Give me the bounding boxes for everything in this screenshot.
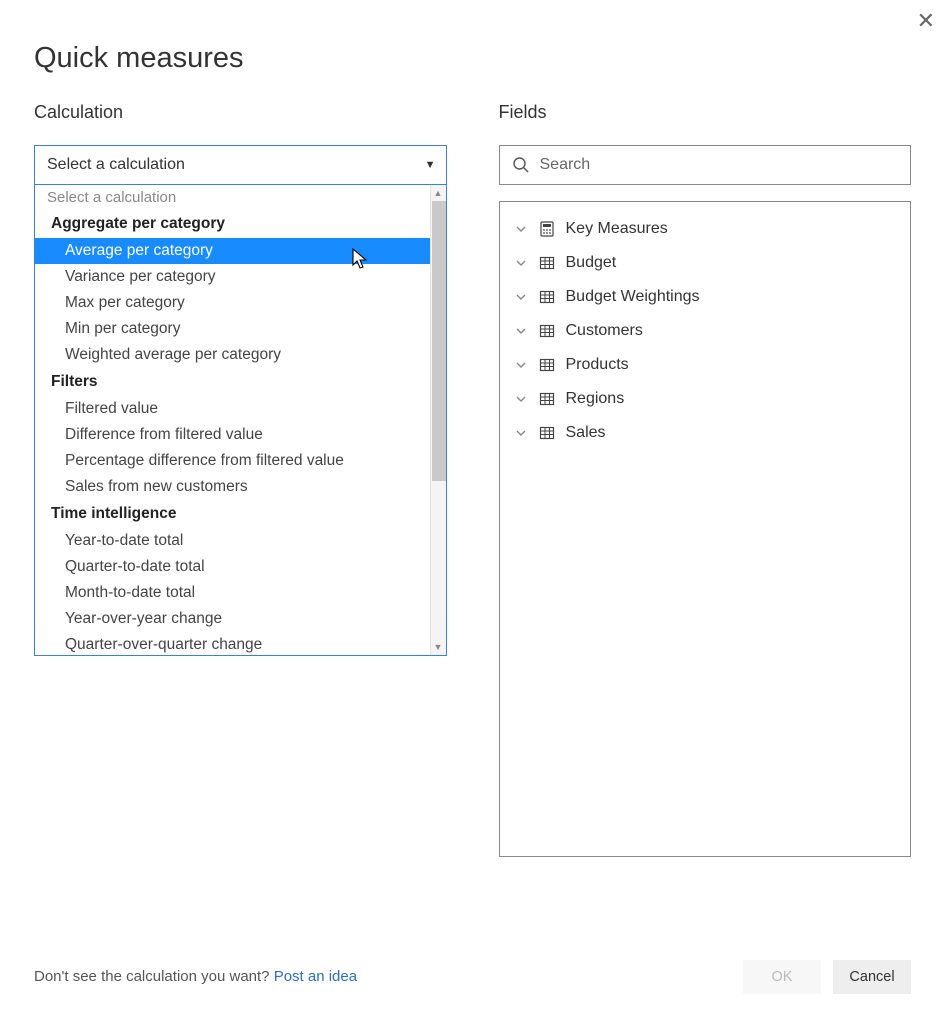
chevron-down-icon[interactable] xyxy=(514,257,528,269)
dropdown-placeholder-option[interactable]: Select a calculation xyxy=(35,185,430,210)
chevron-down-icon[interactable] xyxy=(514,393,528,405)
field-label: Products xyxy=(566,356,629,374)
field-tree-item[interactable]: Customers xyxy=(508,314,903,348)
dropdown-option[interactable]: Filtered value xyxy=(35,396,430,422)
chevron-down-icon[interactable] xyxy=(514,427,528,439)
dropdown-option[interactable]: Year-to-date total xyxy=(35,528,430,554)
calculator-icon xyxy=(538,220,556,238)
help-text: Don't see the calculation you want? xyxy=(34,968,274,985)
search-input[interactable] xyxy=(540,156,899,174)
dropdown-option[interactable]: Sales from new customers xyxy=(35,474,430,500)
dropdown-option[interactable]: Max per category xyxy=(35,290,430,316)
table-icon xyxy=(538,254,556,272)
table-icon xyxy=(538,288,556,306)
field-label: Customers xyxy=(566,322,643,340)
chevron-down-icon[interactable] xyxy=(514,291,528,303)
field-tree-item[interactable]: Key Measures xyxy=(508,212,903,246)
dropdown-option[interactable]: Difference from filtered value xyxy=(35,422,430,448)
table-icon xyxy=(538,390,556,408)
dropdown-option[interactable]: Quarter-to-date total xyxy=(35,554,430,580)
field-label: Key Measures xyxy=(566,220,668,238)
chevron-down-icon[interactable] xyxy=(514,359,528,371)
field-tree-item[interactable]: Budget Weightings xyxy=(508,280,903,314)
dialog-footer: Don't see the calculation you want? Post… xyxy=(34,960,911,994)
dropdown-option[interactable]: Min per category xyxy=(35,316,430,342)
fields-panel: Key Measures Budget Budget Weightings Custo… xyxy=(499,201,912,857)
dropdown-option[interactable]: Average per category xyxy=(35,238,430,264)
dropdown-option[interactable]: Percentage difference from filtered valu… xyxy=(35,448,430,474)
scroll-thumb[interactable] xyxy=(432,201,446,481)
search-icon xyxy=(512,156,530,174)
dropdown-option[interactable]: Year-over-year change xyxy=(35,606,430,632)
chevron-down-icon[interactable] xyxy=(514,223,528,235)
field-tree-item[interactable]: Products xyxy=(508,348,903,382)
dropdown-scrollbar[interactable]: ▲ ▼ xyxy=(430,185,446,655)
scroll-up-icon[interactable]: ▲ xyxy=(431,185,446,201)
fields-column: Fields Key Measures Budget Budget Weightin… xyxy=(499,102,912,857)
table-icon xyxy=(538,424,556,442)
field-label: Budget xyxy=(566,254,617,272)
ok-button[interactable]: OK xyxy=(743,960,821,994)
scroll-down-icon[interactable]: ▼ xyxy=(431,639,446,655)
post-idea-link[interactable]: Post an idea xyxy=(274,968,357,985)
fields-section-label: Fields xyxy=(499,102,912,123)
dropdown-option[interactable]: Month-to-date total xyxy=(35,580,430,606)
calculation-column: Calculation Select a calculation ▼ Selec… xyxy=(34,102,447,857)
calculation-section-label: Calculation xyxy=(34,102,447,123)
footer-help: Don't see the calculation you want? Post… xyxy=(34,968,357,986)
cancel-button[interactable]: Cancel xyxy=(833,960,911,994)
calculation-select[interactable]: Select a calculation ▼ xyxy=(34,145,447,185)
caret-down-icon: ▼ xyxy=(425,159,436,171)
table-icon xyxy=(538,356,556,374)
dropdown-group-header: Filters xyxy=(35,368,430,396)
chevron-down-icon[interactable] xyxy=(514,325,528,337)
field-tree-item[interactable]: Regions xyxy=(508,382,903,416)
fields-search[interactable] xyxy=(499,145,912,185)
dropdown-group-header: Time intelligence xyxy=(35,500,430,528)
table-icon xyxy=(538,322,556,340)
dropdown-option[interactable]: Weighted average per category xyxy=(35,342,430,368)
dropdown-option[interactable]: Quarter-over-quarter change xyxy=(35,632,430,655)
dropdown-option[interactable]: Variance per category xyxy=(35,264,430,290)
dropdown-group-header: Aggregate per category xyxy=(35,210,430,238)
field-label: Regions xyxy=(566,390,625,408)
calculation-select-text: Select a calculation xyxy=(47,156,185,174)
field-label: Sales xyxy=(566,424,606,442)
field-label: Budget Weightings xyxy=(566,288,700,306)
field-tree-item[interactable]: Budget xyxy=(508,246,903,280)
close-button[interactable]: ✕ xyxy=(917,10,935,32)
field-tree-item[interactable]: Sales xyxy=(508,416,903,450)
calculation-dropdown: Select a calculationAggregate per catego… xyxy=(34,185,447,656)
dialog-title: Quick measures xyxy=(34,42,244,75)
